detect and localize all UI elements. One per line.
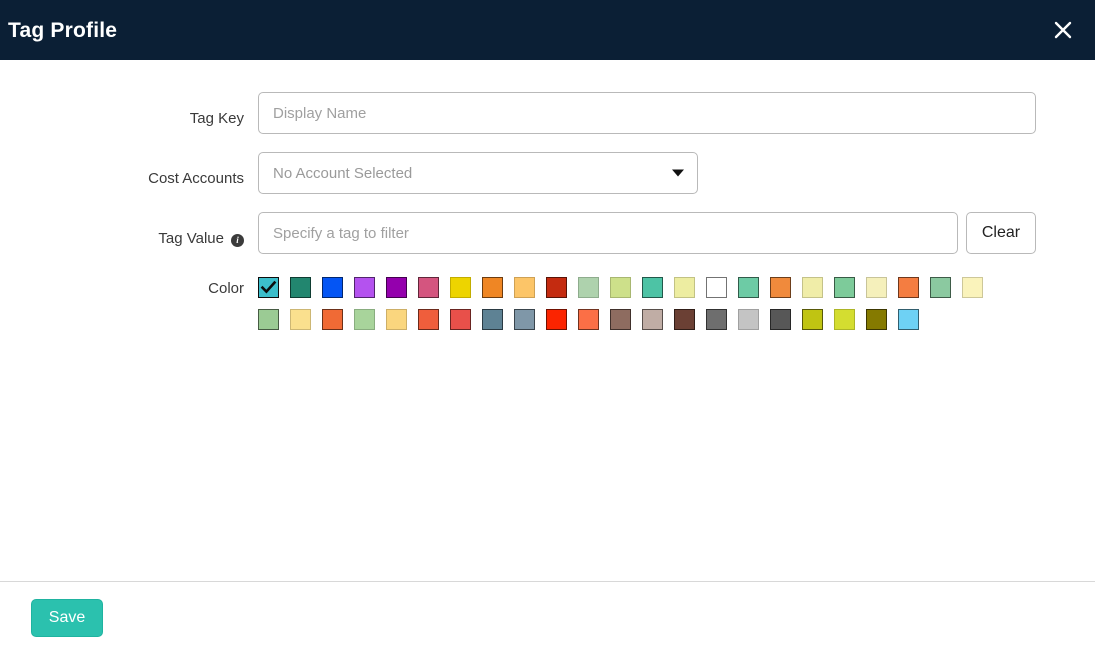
tag-key-label: Tag Key	[0, 92, 258, 134]
color-swatch[interactable]	[546, 309, 567, 330]
color-swatch[interactable]	[610, 309, 631, 330]
color-swatch[interactable]	[866, 309, 887, 330]
cost-accounts-row: Cost Accounts No Account Selected	[0, 152, 1095, 194]
color-swatch[interactable]	[386, 309, 407, 330]
color-swatch[interactable]	[898, 277, 919, 298]
color-swatch[interactable]	[354, 309, 375, 330]
color-swatch[interactable]	[418, 277, 439, 298]
color-swatch[interactable]	[898, 309, 919, 330]
tag-value-label-text: Tag Value	[158, 229, 224, 249]
color-swatch[interactable]	[578, 309, 599, 330]
tag-key-row: Tag Key	[0, 92, 1095, 134]
color-label: Color	[0, 272, 258, 297]
clear-button[interactable]: Clear	[966, 212, 1036, 254]
color-swatch[interactable]	[706, 277, 727, 298]
color-label-text: Color	[208, 280, 244, 297]
color-swatch[interactable]	[642, 309, 663, 330]
cost-accounts-selected-value: No Account Selected	[273, 165, 412, 182]
dialog-titlebar: Tag Profile	[0, 0, 1095, 60]
color-swatch[interactable]	[834, 309, 855, 330]
color-swatch[interactable]	[322, 309, 343, 330]
color-swatch[interactable]	[290, 309, 311, 330]
color-swatch[interactable]	[322, 277, 343, 298]
color-swatch[interactable]	[802, 277, 823, 298]
tag-value-row: Tag Value i Clear	[0, 212, 1095, 254]
color-swatch[interactable]	[610, 277, 631, 298]
check-icon	[259, 278, 278, 297]
color-swatch[interactable]	[418, 309, 439, 330]
color-swatch[interactable]	[770, 309, 791, 330]
cost-accounts-field: No Account Selected	[258, 152, 698, 194]
cost-accounts-select-wrap: No Account Selected	[258, 152, 698, 194]
color-swatch[interactable]	[674, 309, 695, 330]
color-swatch[interactable]	[546, 277, 567, 298]
color-swatch[interactable]	[930, 277, 951, 298]
color-swatch[interactable]	[674, 277, 695, 298]
tag-value-label: Tag Value i	[0, 212, 258, 254]
color-swatch[interactable]	[578, 277, 599, 298]
tag-key-field	[258, 92, 1036, 134]
color-swatch[interactable]	[802, 309, 823, 330]
color-swatch[interactable]	[962, 277, 983, 298]
color-swatch[interactable]	[514, 277, 535, 298]
color-swatch-grid	[258, 272, 983, 330]
tag-key-label-text: Tag Key	[190, 109, 244, 129]
color-swatch[interactable]	[738, 309, 759, 330]
color-swatch[interactable]	[482, 277, 503, 298]
color-swatch[interactable]	[738, 277, 759, 298]
color-swatch[interactable]	[834, 277, 855, 298]
tag-key-input[interactable]	[258, 92, 1036, 134]
color-swatch[interactable]	[386, 277, 407, 298]
color-swatch[interactable]	[866, 277, 887, 298]
info-icon[interactable]: i	[231, 234, 244, 247]
save-button[interactable]: Save	[31, 599, 103, 637]
color-swatch[interactable]	[514, 309, 535, 330]
cost-accounts-label-text: Cost Accounts	[148, 169, 244, 189]
page-title: Tag Profile	[8, 20, 117, 41]
color-swatch[interactable]	[642, 277, 663, 298]
color-swatch[interactable]	[258, 309, 279, 330]
color-swatch[interactable]	[706, 309, 727, 330]
cost-accounts-label: Cost Accounts	[0, 152, 258, 194]
color-swatch-line	[258, 277, 983, 298]
tag-value-input[interactable]	[258, 212, 958, 254]
color-swatch[interactable]	[450, 277, 471, 298]
color-swatch[interactable]	[290, 277, 311, 298]
close-icon[interactable]	[1049, 16, 1077, 44]
color-swatch[interactable]	[354, 277, 375, 298]
cost-accounts-select[interactable]: No Account Selected	[258, 152, 698, 194]
color-swatch[interactable]	[450, 309, 471, 330]
color-row: Color	[0, 272, 1095, 330]
color-swatch[interactable]	[482, 309, 503, 330]
color-swatch-selected[interactable]	[258, 277, 279, 298]
dialog-body: Tag Key Cost Accounts No Account Selecte…	[0, 60, 1095, 581]
tag-profile-dialog: Tag Profile Tag Key Cost Accounts	[0, 0, 1095, 654]
color-swatch[interactable]	[770, 277, 791, 298]
tag-value-field: Clear	[258, 212, 1036, 254]
dialog-footer: Save	[0, 581, 1095, 654]
color-swatch-line	[258, 309, 983, 330]
